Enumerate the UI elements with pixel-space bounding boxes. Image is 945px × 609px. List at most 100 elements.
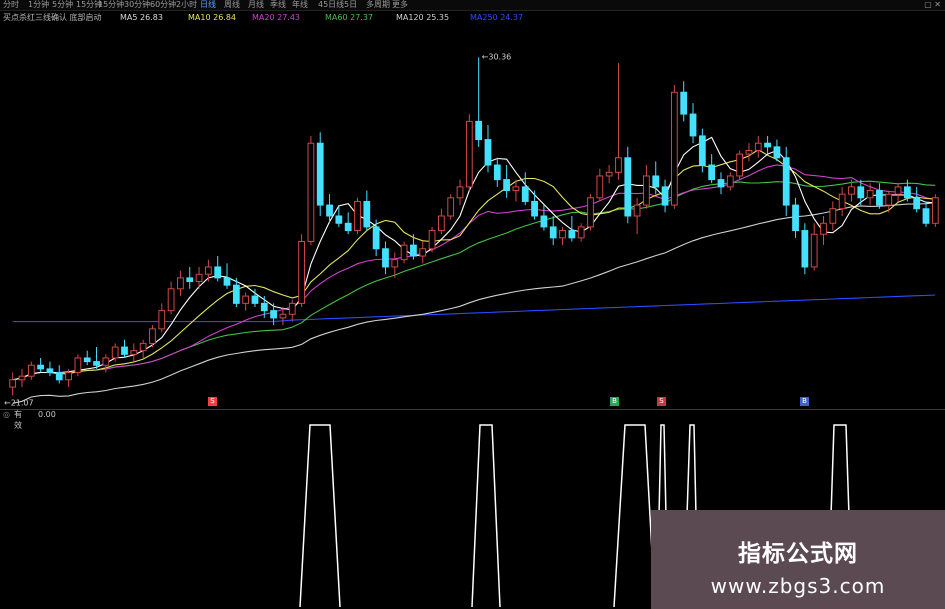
- candle: [186, 266, 194, 289]
- candle-body: [736, 153, 744, 177]
- period-tab-1[interactable]: 1分钟: [28, 0, 49, 10]
- candle-body: [689, 113, 697, 137]
- candlestick-chart[interactable]: ←30.36 ←21.07: [0, 24, 945, 409]
- candle-body: [745, 149, 753, 155]
- candle: [195, 266, 203, 289]
- candle-body: [698, 135, 706, 166]
- candle-body: [726, 175, 734, 188]
- candle-body: [820, 222, 827, 235]
- candle: [214, 256, 222, 282]
- candle-body: [624, 157, 632, 217]
- candle-body: [298, 240, 305, 304]
- candle-body: [605, 171, 613, 177]
- candle: [540, 205, 548, 231]
- candle: [382, 241, 389, 275]
- candle: [447, 194, 455, 220]
- candle-body: [838, 193, 846, 210]
- candle: [810, 223, 818, 271]
- candle: [74, 354, 82, 377]
- candle: [913, 186, 921, 213]
- candle: [139, 339, 147, 358]
- sub-settings-icon[interactable]: ◎: [3, 409, 10, 420]
- candle: [661, 179, 669, 213]
- candle-body: [894, 186, 902, 195]
- candle: [689, 103, 697, 144]
- candle-body: [167, 288, 175, 312]
- ma250-line: [12, 294, 936, 323]
- signal-pulse: [613, 424, 656, 608]
- period-tab-4[interactable]: 15分钟: [98, 0, 124, 10]
- candle-body: [326, 204, 333, 217]
- candle-body: [382, 248, 389, 268]
- pane-divider[interactable]: [0, 409, 945, 410]
- candle-body: [754, 142, 762, 151]
- period-tab-16[interactable]: 更多: [392, 0, 408, 10]
- candle-body: [55, 372, 63, 381]
- candle: [9, 372, 17, 396]
- candle-body: [922, 208, 930, 224]
- candle-body: [717, 179, 725, 188]
- candle-body: [130, 350, 138, 355]
- period-tab-8[interactable]: 日线: [200, 0, 216, 10]
- candle-body: [475, 120, 483, 141]
- period-tab-12[interactable]: 年线: [292, 0, 308, 10]
- period-tab-5[interactable]: 30分钟: [124, 0, 150, 10]
- candle-body: [792, 204, 799, 232]
- candle-body: [344, 222, 352, 232]
- period-tab-7[interactable]: 2小时: [176, 0, 197, 10]
- candle-body: [577, 226, 585, 239]
- candle-body: [27, 364, 35, 377]
- period-tab-14[interactable]: 5日: [344, 0, 357, 10]
- period-tab-6[interactable]: 60分钟: [150, 0, 176, 10]
- candle: [363, 190, 371, 231]
- candle-body: [335, 215, 343, 224]
- candle-body: [65, 372, 72, 381]
- period-tab-0[interactable]: 分时: [3, 0, 19, 10]
- candle: [288, 299, 296, 322]
- candle: [549, 216, 557, 246]
- candle: [223, 263, 231, 289]
- candle-body: [652, 175, 660, 188]
- candle-body: [633, 204, 641, 217]
- ma-readout-ma60: MA60 27.37: [325, 13, 374, 22]
- candle-body: [400, 244, 408, 261]
- watermark-title: 指标公式网: [738, 541, 858, 567]
- window-controls[interactable]: ▢ ✕: [924, 0, 941, 9]
- period-tab-11[interactable]: 季线: [270, 0, 286, 10]
- candle-body: [121, 346, 128, 355]
- candle: [559, 226, 566, 246]
- candle-body: [102, 357, 110, 366]
- candle-body: [661, 186, 669, 206]
- candle-body: [559, 230, 566, 239]
- candle: [643, 165, 650, 209]
- candle: [307, 135, 315, 246]
- candle: [894, 183, 902, 202]
- candle: [46, 361, 54, 377]
- candle-body: [354, 200, 361, 232]
- period-tab-2[interactable]: 5分钟: [52, 0, 73, 10]
- candle: [922, 201, 930, 227]
- candle: [419, 241, 427, 264]
- candle-body: [540, 215, 548, 228]
- candle-body: [531, 200, 538, 217]
- signal-marker: B: [610, 397, 619, 406]
- candle: [615, 63, 622, 180]
- period-tab-15[interactable]: 多周期: [366, 0, 390, 10]
- candle: [484, 125, 492, 173]
- ma20-line: [12, 164, 936, 381]
- candle: [27, 361, 35, 380]
- candle-body: [782, 157, 790, 206]
- candle: [18, 368, 26, 388]
- candle-body: [456, 186, 464, 199]
- candle-body: [810, 233, 818, 268]
- candle: [764, 135, 771, 155]
- candle-body: [708, 164, 716, 181]
- candle-body: [484, 139, 492, 166]
- candle-body: [493, 164, 501, 181]
- candle: [503, 165, 511, 198]
- period-tab-13[interactable]: 45日线: [318, 0, 344, 10]
- candle: [344, 212, 352, 235]
- period-tab-9[interactable]: 周线: [224, 0, 240, 10]
- period-tab-10[interactable]: 月线: [248, 0, 264, 10]
- candle: [521, 172, 529, 206]
